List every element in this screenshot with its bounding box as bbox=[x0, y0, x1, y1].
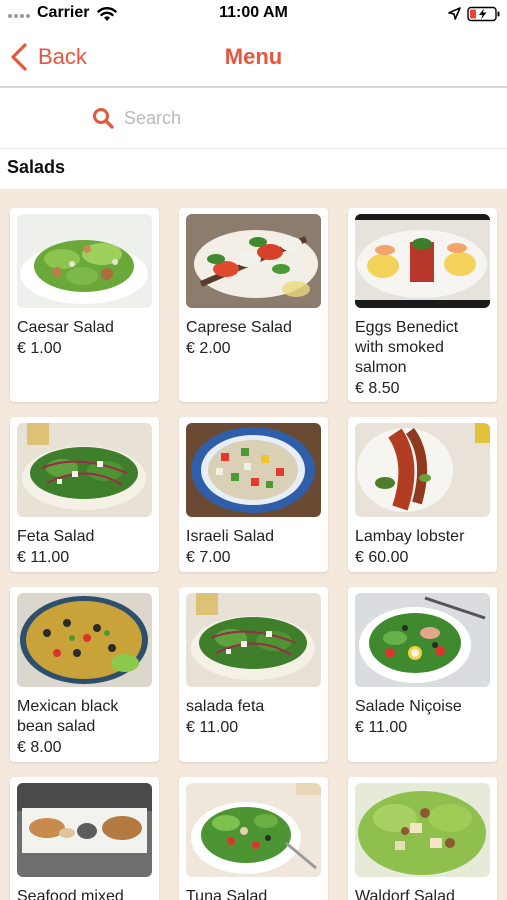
item-name: Lambay lobster bbox=[355, 528, 465, 545]
menu-item-card[interactable]: salada feta € 11.00 bbox=[179, 587, 328, 762]
tuna-salad-photo bbox=[186, 783, 321, 877]
search-icon bbox=[93, 108, 114, 129]
navigation-bar: Back Menu bbox=[0, 30, 507, 86]
item-name: Seafood mixed bbox=[17, 888, 124, 900]
item-price: € 1.00 bbox=[17, 340, 62, 357]
clock: 11:00 AM bbox=[219, 4, 288, 21]
menu-item-card[interactable]: Caprese Salad € 2.00 bbox=[179, 208, 328, 402]
search-bar bbox=[0, 88, 507, 148]
item-name: Mexican black bean salad bbox=[17, 698, 119, 735]
menu-item-card[interactable]: Seafood mixed bbox=[10, 777, 159, 900]
black-bean-salad-photo bbox=[17, 593, 152, 687]
item-name: salada feta bbox=[186, 698, 265, 715]
item-name: Israeli Salad bbox=[186, 528, 275, 545]
item-name: Salade Niçoise bbox=[355, 698, 462, 715]
menu-item-card[interactable]: Waldorf Salad bbox=[348, 777, 497, 900]
item-price: € 11.00 bbox=[355, 719, 408, 736]
item-name: Waldorf Salad bbox=[355, 888, 455, 900]
nicoise-salad-photo bbox=[355, 593, 490, 687]
item-name: Caprese Salad bbox=[186, 319, 292, 336]
item-price: € 11.00 bbox=[17, 549, 70, 566]
feta-salad-photo bbox=[17, 423, 152, 517]
search-input[interactable] bbox=[124, 106, 464, 130]
item-price: € 60.00 bbox=[355, 549, 409, 566]
product-grid-area[interactable]: Caesar Salad € 1.00 Caprese Salad € 2.00… bbox=[0, 189, 507, 900]
menu-item-card[interactable]: Lambay lobster € 60.00 bbox=[348, 417, 497, 572]
item-price: € 8.50 bbox=[355, 380, 400, 397]
item-name: Eggs Benedict with smoked salmon bbox=[355, 319, 459, 376]
lobster-photo bbox=[355, 423, 490, 517]
eggs-benedict-photo bbox=[355, 214, 490, 308]
section-header: Salads bbox=[0, 149, 507, 189]
menu-item-card[interactable]: Tuna Salad bbox=[179, 777, 328, 900]
israeli-salad-photo bbox=[186, 423, 321, 517]
menu-item-card[interactable]: Israeli Salad € 7.00 bbox=[179, 417, 328, 572]
waldorf-salad-photo bbox=[355, 783, 490, 877]
item-name: Caesar Salad bbox=[17, 319, 114, 336]
item-price: € 11.00 bbox=[186, 719, 239, 736]
status-bar: Carrier 11:00 AM bbox=[0, 0, 507, 30]
menu-item-card[interactable]: Mexican black bean salad € 8.00 bbox=[10, 587, 159, 762]
caesar-salad-photo bbox=[17, 214, 152, 308]
battery-icon bbox=[467, 6, 500, 22]
product-grid: Caesar Salad € 1.00 Caprese Salad € 2.00… bbox=[10, 208, 497, 900]
menu-item-card[interactable]: Caesar Salad € 1.00 bbox=[10, 208, 159, 402]
item-name: Tuna Salad bbox=[186, 888, 268, 900]
menu-item-card[interactable]: Salade Niçoise € 11.00 bbox=[348, 587, 497, 762]
caprese-salad-photo bbox=[186, 214, 321, 308]
menu-item-card[interactable]: Eggs Benedict with smoked salmon € 8.50 bbox=[348, 208, 497, 402]
item-price: € 8.00 bbox=[17, 739, 62, 756]
menu-screen: Carrier 11:00 AM Back Menu Search Salads… bbox=[0, 0, 507, 900]
feta-salad-photo bbox=[186, 593, 321, 687]
section-title: Salads bbox=[7, 157, 66, 177]
seafood-photo bbox=[17, 783, 152, 877]
item-price: € 2.00 bbox=[186, 340, 231, 357]
item-name: Feta Salad bbox=[17, 528, 95, 545]
location-arrow-icon bbox=[448, 7, 461, 20]
item-price: € 7.00 bbox=[186, 549, 231, 566]
menu-item-card[interactable]: Feta Salad € 11.00 bbox=[10, 417, 159, 572]
page-title: Menu bbox=[224, 44, 283, 69]
